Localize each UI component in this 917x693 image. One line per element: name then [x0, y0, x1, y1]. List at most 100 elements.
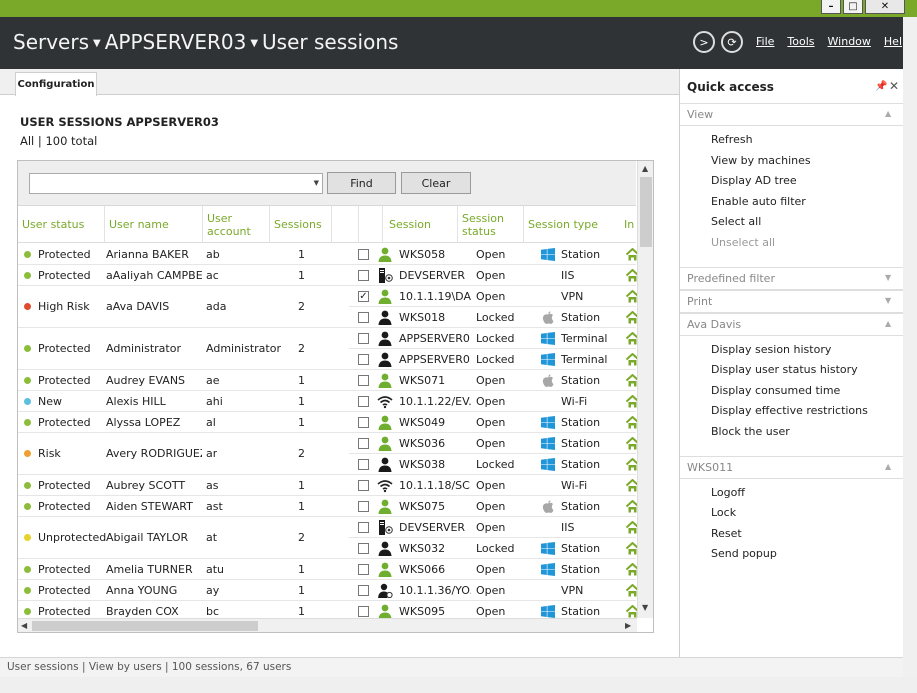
session-row[interactable]: DEVSERVEROpenIIS10	[349, 265, 653, 286]
filter-combobox[interactable]: ▼	[29, 173, 323, 194]
quick-access-section[interactable]: View ▲	[680, 103, 903, 126]
session-row[interactable]: ✓10.1.1.19\DA...OpenVPN10	[349, 286, 653, 307]
session-checkbox[interactable]	[358, 585, 369, 596]
quick-access-item[interactable]: Enable auto filter	[711, 195, 806, 208]
session-checkbox[interactable]	[358, 522, 369, 533]
quick-access-section[interactable]: Print ▼	[680, 289, 903, 313]
column-session[interactable]: Session	[382, 206, 457, 243]
minimize-button[interactable]: –	[821, 0, 841, 14]
quick-access-item[interactable]: Logoff	[711, 486, 745, 499]
session-row[interactable]: 10.1.1.36/YO...OpenVPN10	[349, 580, 653, 601]
column-checkbox[interactable]	[331, 206, 358, 243]
table-row[interactable]: Unprotected Abigail TAYLOR at 2 DEVSERVER Ope…	[18, 517, 653, 559]
session-row[interactable]: WKS038LockedStation10	[349, 454, 653, 475]
session-row[interactable]: WKS071OpenStation10	[349, 370, 653, 391]
session-checkbox[interactable]	[358, 354, 369, 365]
quick-access-item[interactable]: Block the user	[711, 425, 790, 438]
horizontal-scroll-thumb[interactable]	[32, 621, 258, 631]
session-row[interactable]: 10.1.1.22/EV...OpenWi-Fi10	[349, 391, 653, 412]
scroll-left-icon[interactable]: ◀	[21, 621, 27, 630]
close-window-button[interactable]: ✕	[865, 0, 905, 14]
column-user-status[interactable]: User status	[18, 206, 104, 243]
column-user-account[interactable]: User account	[202, 206, 269, 243]
menu-window[interactable]: Window	[828, 35, 871, 48]
session-row[interactable]: WKS066OpenStation10	[349, 559, 653, 580]
table-row[interactable]: Protected Aubrey SCOTT as 1 10.1.1.18/SC... O…	[18, 475, 653, 496]
session-row[interactable]: APPSERVER0...LockedTerminalFE	[349, 349, 653, 370]
caret-down-icon[interactable]: ▼	[250, 38, 258, 49]
scroll-right-icon[interactable]: ▶	[625, 621, 631, 630]
session-row[interactable]: WKS049OpenStation10	[349, 412, 653, 433]
chevron-down-icon[interactable]: ▼	[885, 296, 891, 305]
chevron-down-icon[interactable]: ▼	[314, 179, 319, 187]
session-row[interactable]: WKS036OpenStation10	[349, 433, 653, 454]
column-session-icon[interactable]	[358, 206, 382, 243]
table-row[interactable]: RiskAvery RODRIGUEZar2WKS036OpenStation1…	[18, 433, 653, 475]
column-ip[interactable]: In	[607, 206, 636, 243]
session-checkbox[interactable]	[358, 333, 369, 344]
menu-tools[interactable]: Tools	[787, 35, 814, 48]
column-sessions[interactable]: Sessions	[269, 206, 331, 243]
chevron-up-icon[interactable]: ▲	[885, 319, 891, 328]
clear-button[interactable]: Clear	[401, 172, 471, 194]
table-row[interactable]: Protected Arianna BAKER ab 1 WKS058 Open Stati…	[18, 244, 653, 265]
quick-access-item[interactable]: Display sesion history	[711, 343, 831, 356]
session-checkbox[interactable]	[358, 459, 369, 470]
quick-access-item[interactable]: Send popup	[711, 547, 777, 560]
caret-down-icon[interactable]: ▼	[93, 38, 101, 49]
table-row[interactable]: Protected Audrey EVANS ae 1 WKS071 Open Statio…	[18, 370, 653, 391]
chevron-up-icon[interactable]: ▲	[885, 462, 891, 471]
navigate-forward-icon[interactable]: >	[693, 31, 715, 53]
session-checkbox[interactable]	[358, 270, 369, 281]
quick-access-item[interactable]: View by machines	[711, 154, 811, 167]
table-row[interactable]: New Alexis HILL ahi 1 10.1.1.22/EV... Open Wi-…	[18, 391, 653, 412]
session-checkbox[interactable]	[358, 312, 369, 323]
maximize-button[interactable]: □	[843, 0, 863, 14]
chevron-up-icon[interactable]: ▲	[885, 109, 891, 118]
session-checkbox[interactable]	[358, 501, 369, 512]
quick-access-item[interactable]: Lock	[711, 506, 736, 519]
quick-access-section[interactable]: Ava Davis ▲	[680, 312, 903, 336]
session-checkbox[interactable]	[358, 606, 369, 617]
table-row[interactable]: High Risk aAva DAVIS ada 2 ✓ 10.1.1.19\DA... O…	[18, 286, 653, 328]
refresh-icon[interactable]: ⟳	[721, 31, 743, 53]
session-row[interactable]: WKS032LockedStation10	[349, 538, 653, 559]
session-checkbox[interactable]	[358, 249, 369, 260]
session-row[interactable]: DEVSERVEROpenIIS10	[349, 517, 653, 538]
table-row[interactable]: Protected Alyssa LOPEZ al 1 WKS049 Open Statio…	[18, 412, 653, 433]
quick-access-item[interactable]: Display user status history	[711, 363, 858, 376]
scroll-down-icon[interactable]: ▼	[642, 603, 648, 612]
quick-access-item[interactable]: Display AD tree	[711, 174, 797, 187]
session-row[interactable]: APPSERVER0...LockedTerminalFE	[349, 328, 653, 349]
quick-access-item[interactable]: Reset	[711, 527, 742, 540]
breadcrumb-servers[interactable]: Servers	[13, 30, 89, 54]
table-row[interactable]: Protected Administrator Administrator 2 APPS…	[18, 328, 653, 370]
table-row[interactable]: Protected Aiden STEWART ast 1 WKS075 Open Stat…	[18, 496, 653, 517]
table-row[interactable]: Protected Anna YOUNG ay 1 10.1.1.36/YO... Ope…	[18, 580, 653, 601]
session-row[interactable]: WKS075OpenStation10	[349, 496, 653, 517]
session-checkbox[interactable]	[358, 543, 369, 554]
session-checkbox[interactable]	[358, 396, 369, 407]
column-session-status[interactable]: Session status	[457, 206, 523, 243]
menu-file[interactable]: File	[756, 35, 774, 48]
session-checkbox[interactable]	[358, 480, 369, 491]
session-row[interactable]: WKS018LockedStation10	[349, 307, 653, 328]
quick-access-item[interactable]: Display effective restrictions	[711, 404, 868, 417]
table-row[interactable]: Protected aAaliyah CAMPBELL ac 1 DEVSERVER Op…	[18, 265, 653, 286]
tab-configuration[interactable]: Configuration	[15, 72, 97, 96]
session-row[interactable]: 10.1.1.18/SC...OpenWi-Fi10	[349, 475, 653, 496]
chevron-down-icon[interactable]: ▼	[885, 273, 891, 282]
find-button[interactable]: Find	[327, 172, 396, 194]
breadcrumb-server[interactable]: APPSERVER03	[105, 30, 247, 54]
session-checkbox[interactable]	[358, 564, 369, 575]
session-checkbox[interactable]: ✓	[358, 291, 369, 302]
session-checkbox[interactable]	[358, 417, 369, 428]
quick-access-section[interactable]: Predefined filter ▼	[680, 266, 903, 290]
session-checkbox[interactable]	[358, 438, 369, 449]
horizontal-scrollbar[interactable]: ◀ ▶	[18, 618, 637, 632]
session-checkbox[interactable]	[358, 375, 369, 386]
vertical-scroll-thumb[interactable]	[640, 177, 652, 247]
table-row[interactable]: Protected Amelia TURNER atu 1 WKS066 Open Stat…	[18, 559, 653, 580]
scroll-up-icon[interactable]: ▲	[642, 164, 648, 173]
close-icon[interactable]: ✕	[889, 79, 899, 93]
